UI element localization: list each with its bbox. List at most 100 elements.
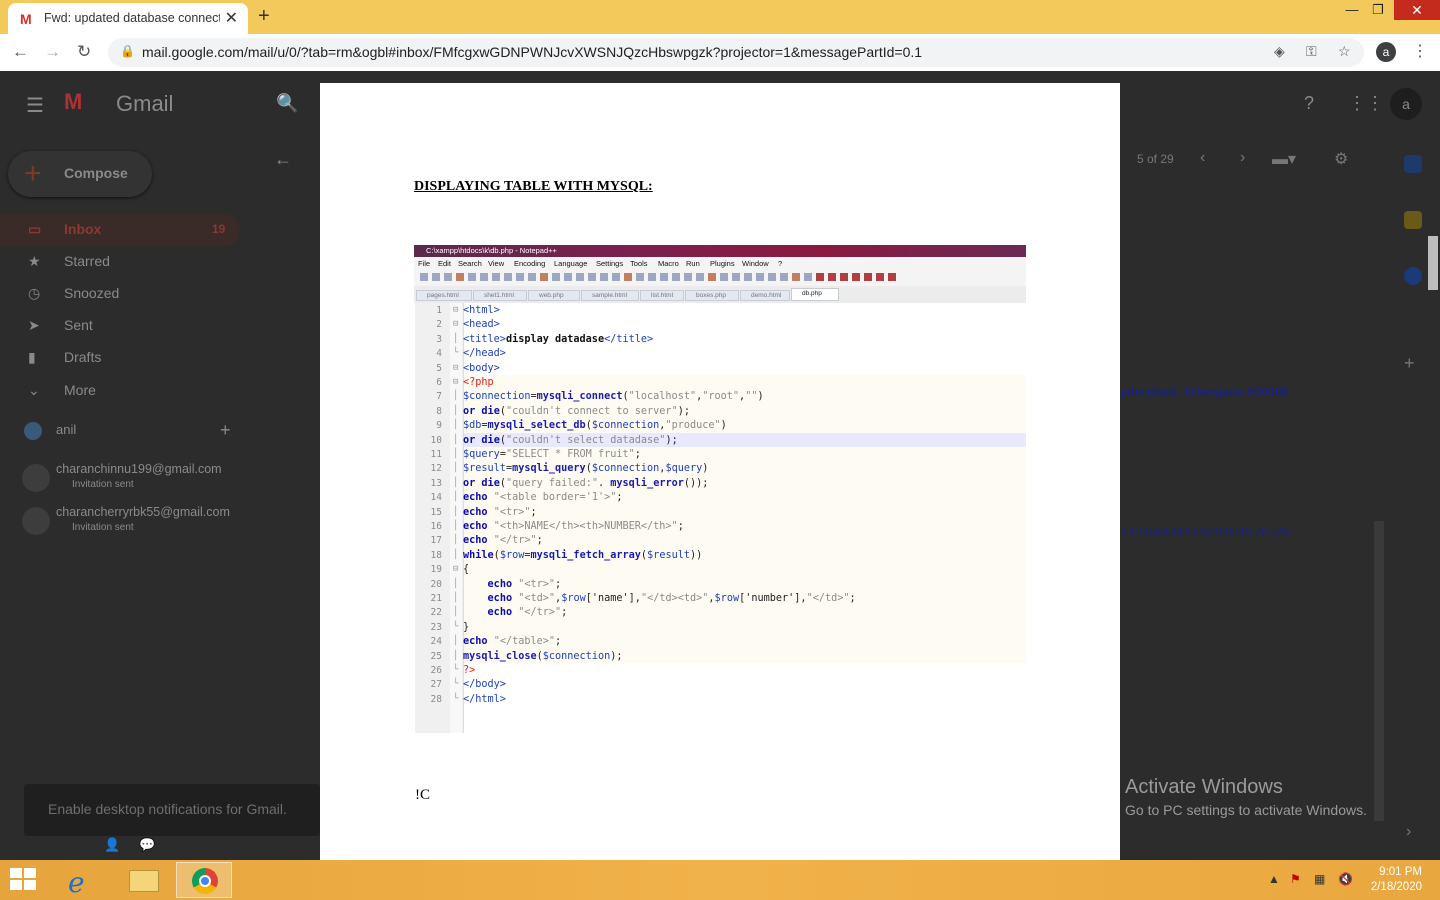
windows-start-icon[interactable]: [10, 868, 38, 892]
sidebar-item-starred[interactable]: ★ Starred: [0, 246, 240, 278]
compose-button[interactable]: + Compose: [8, 151, 152, 197]
tab-title: Fwd: updated database connecti: [44, 11, 220, 25]
prev-icon[interactable]: ‹: [1200, 149, 1205, 167]
tray-expand-icon[interactable]: ▲: [1268, 872, 1280, 886]
lock-icon[interactable]: 🔒: [120, 44, 135, 58]
fold-marker-icon: │: [453, 549, 459, 560]
line-number: 26: [430, 665, 442, 676]
volume-icon[interactable]: 🔇: [1338, 872, 1353, 886]
code-text: or die("couldn't connect to server");: [463, 405, 690, 417]
tracking-icon[interactable]: ◈: [1274, 43, 1285, 60]
code-editor: 1 ⊟ <html> 2 ⊟ <head> 3 │ <title>display datadas…: [414, 303, 1026, 733]
new-tab-button[interactable]: +: [258, 5, 270, 28]
help-icon[interactable]: ?: [1304, 93, 1314, 114]
browser-tab[interactable]: M Fwd: updated database connecti ✕: [8, 3, 248, 34]
email-link[interactable]: fFPRboKAPU%2B%2BLAFg%: [1120, 525, 1290, 539]
hangouts-account[interactable]: anil +: [24, 420, 231, 440]
gmail-logo-icon[interactable]: M: [64, 89, 82, 115]
code-text: $connection=mysqli_connect("localhost","…: [463, 391, 764, 403]
toolbar-button-icon: [876, 273, 884, 281]
keyboard-icon[interactable]: ▬▾: [1272, 149, 1296, 169]
notepad-menu-item: View: [488, 259, 505, 268]
line-number: 18: [430, 549, 442, 561]
sidebar-item-label: More: [64, 382, 96, 398]
toolbar-button-icon: [684, 273, 692, 281]
browser-tab-strip: M Fwd: updated database connecti ✕ + — ❐…: [0, 0, 1440, 34]
back-icon[interactable]: ←: [12, 42, 29, 62]
line-number: 4: [436, 348, 442, 360]
sidebar-item-snoozed[interactable]: ◷ Snoozed: [0, 278, 240, 310]
internet-explorer-taskbar-button[interactable]: e: [54, 862, 110, 899]
notepad-toolbar: [414, 269, 1026, 287]
chrome-taskbar-button[interactable]: [176, 862, 232, 898]
address-bar[interactable]: 🔒 mail.google.com/mail/u/0/?tab=rm&ogbl#…: [108, 38, 1364, 67]
forward-icon[interactable]: →: [44, 42, 61, 62]
notepad-file-tab: sample.html: [581, 290, 639, 301]
gmail-wordmark[interactable]: Gmail: [116, 91, 173, 117]
php-block-highlight: [464, 375, 1026, 663]
sidebar-item-drafts[interactable]: ▮ Drafts: [0, 342, 240, 374]
fold-marker-icon: ⊟: [453, 377, 459, 387]
page-scrollbar-thumb[interactable]: [1428, 236, 1438, 290]
browser-toolbar: ← → ↻ 🔒 mail.google.com/mail/u/0/?tab=rm…: [0, 34, 1440, 72]
keep-icon[interactable]: [1404, 211, 1422, 229]
minimize-icon[interactable]: —: [1338, 0, 1366, 20]
toolbar-button-icon: [672, 273, 680, 281]
back-to-inbox-icon[interactable]: ←: [274, 149, 292, 170]
calendar-icon[interactable]: [1404, 155, 1422, 173]
account-avatar[interactable]: a: [1390, 88, 1422, 120]
next-icon[interactable]: ›: [1240, 149, 1245, 167]
sidebar-item-more[interactable]: ⌄ More: [0, 375, 240, 407]
notepad-menu-item: Plugins: [710, 259, 735, 268]
restore-icon[interactable]: ❐: [1364, 0, 1392, 20]
key-icon[interactable]: ⚿: [1306, 43, 1317, 60]
apps-grid-icon[interactable]: ⋮⋮: [1348, 93, 1384, 114]
tasks-icon[interactable]: [1404, 267, 1422, 285]
settings-gear-icon[interactable]: ⚙: [1334, 149, 1348, 169]
notification-toast[interactable]: Enable desktop notifications for Gmail.: [24, 784, 320, 836]
toolbar-button-icon: [888, 273, 896, 281]
bookmark-star-icon[interactable]: ☆: [1338, 43, 1351, 60]
chat-icon[interactable]: 💬: [139, 837, 155, 853]
toolbar-button-icon: [660, 273, 668, 281]
browser-profile-avatar[interactable]: a: [1376, 42, 1396, 62]
browser-menu-icon[interactable]: ⋮: [1412, 41, 1428, 61]
window-close-icon[interactable]: ✕: [1394, 0, 1440, 20]
side-panel-expand-icon[interactable]: ›: [1406, 823, 1411, 841]
url-text: mail.google.com/mail/u/0/?tab=rm&ogbl#in…: [142, 44, 923, 60]
notepad-menu-item: Encoding: [514, 259, 546, 268]
toolbar-button-icon: [528, 273, 536, 281]
line-number: 23: [430, 621, 442, 633]
network-icon[interactable]: ▦: [1314, 872, 1325, 886]
unread-count: 19: [212, 222, 226, 236]
contact-status: Invitation sent: [72, 479, 134, 490]
sidebar-item-sent[interactable]: ➤ Sent: [0, 310, 240, 342]
toolbar-button-icon: [516, 273, 524, 281]
fold-marker-icon: └: [453, 665, 459, 675]
toolbar-button-icon: [648, 273, 656, 281]
search-icon[interactable]: 🔍: [276, 93, 298, 114]
add-contact-icon[interactable]: +: [220, 420, 231, 441]
taskbar-clock[interactable]: 9:01 PM 2/18/2020: [1362, 865, 1422, 895]
code-text: {: [463, 564, 470, 576]
tab-close-icon[interactable]: ✕: [225, 8, 238, 28]
email-scrollbar[interactable]: [1374, 521, 1384, 821]
sidebar-item-inbox[interactable]: ▭ Inbox 19: [0, 214, 240, 246]
person-icon[interactable]: 👤: [104, 837, 120, 853]
code-text: <head>: [463, 319, 500, 331]
document-heading: DISPLAYING TABLE WITH MYSQL:: [414, 179, 653, 194]
add-addon-icon[interactable]: +: [1404, 353, 1415, 374]
account-name: anil: [56, 422, 77, 437]
notepad-menu-item: Tools: [630, 259, 648, 268]
code-text: $db=mysqli_select_db($connection,"produc…: [463, 420, 727, 432]
line-number: 16: [430, 521, 442, 532]
code-text: echo "<td>",$row['name'],"</td><td>",$ro…: [487, 593, 856, 604]
send-icon: ➤: [28, 317, 40, 333]
main-menu-icon[interactable]: ☰: [26, 93, 44, 118]
action-center-icon[interactable]: ⚑: [1290, 872, 1301, 886]
notepad-menu-item: Run: [686, 259, 700, 268]
file-explorer-taskbar-button[interactable]: [115, 862, 171, 898]
pager-text: 5 of 29: [1137, 152, 1174, 166]
fold-marker-icon: └: [453, 348, 459, 359]
reload-icon[interactable]: ↻: [77, 42, 91, 62]
